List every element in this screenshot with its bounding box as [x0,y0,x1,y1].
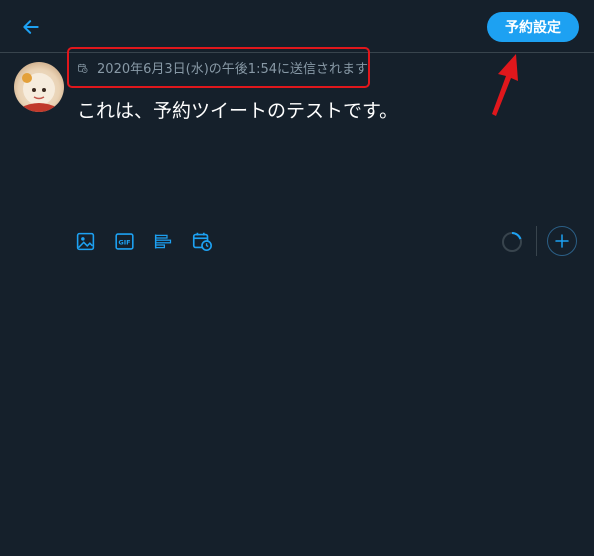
plus-icon [555,234,569,248]
back-button[interactable] [14,10,48,44]
poll-icon [154,234,171,248]
add-tweet-button[interactable] [547,226,577,256]
annotation-arrow-icon [492,54,518,116]
tweet-text-area[interactable]: これは、予約ツイートのテストです。 [77,96,398,123]
gif-icon: GIF [114,232,134,250]
header: 予約設定 [0,0,594,53]
character-count-ring [502,231,522,252]
calendar-clock-icon [78,63,88,73]
schedule-button[interactable]: 予約設定 [487,12,579,42]
media-button[interactable] [74,230,96,252]
schedule-icon [192,232,212,251]
image-icon [76,232,94,250]
gif-button[interactable]: GIF [113,230,135,252]
toolbar-divider [536,226,537,256]
arrow-left-icon [23,20,39,34]
schedule-tool-button[interactable] [191,230,213,252]
avatar[interactable] [14,62,64,112]
avatar-character-icon [20,73,58,112]
scheduled-time-notice[interactable]: 2020年6月3日(水)の午後1:54に送信されます [67,47,370,88]
gif-label: GIF [118,238,130,246]
scheduled-time-text: 2020年6月3日(水)の午後1:54に送信されます [97,62,368,77]
poll-button[interactable] [152,230,174,252]
